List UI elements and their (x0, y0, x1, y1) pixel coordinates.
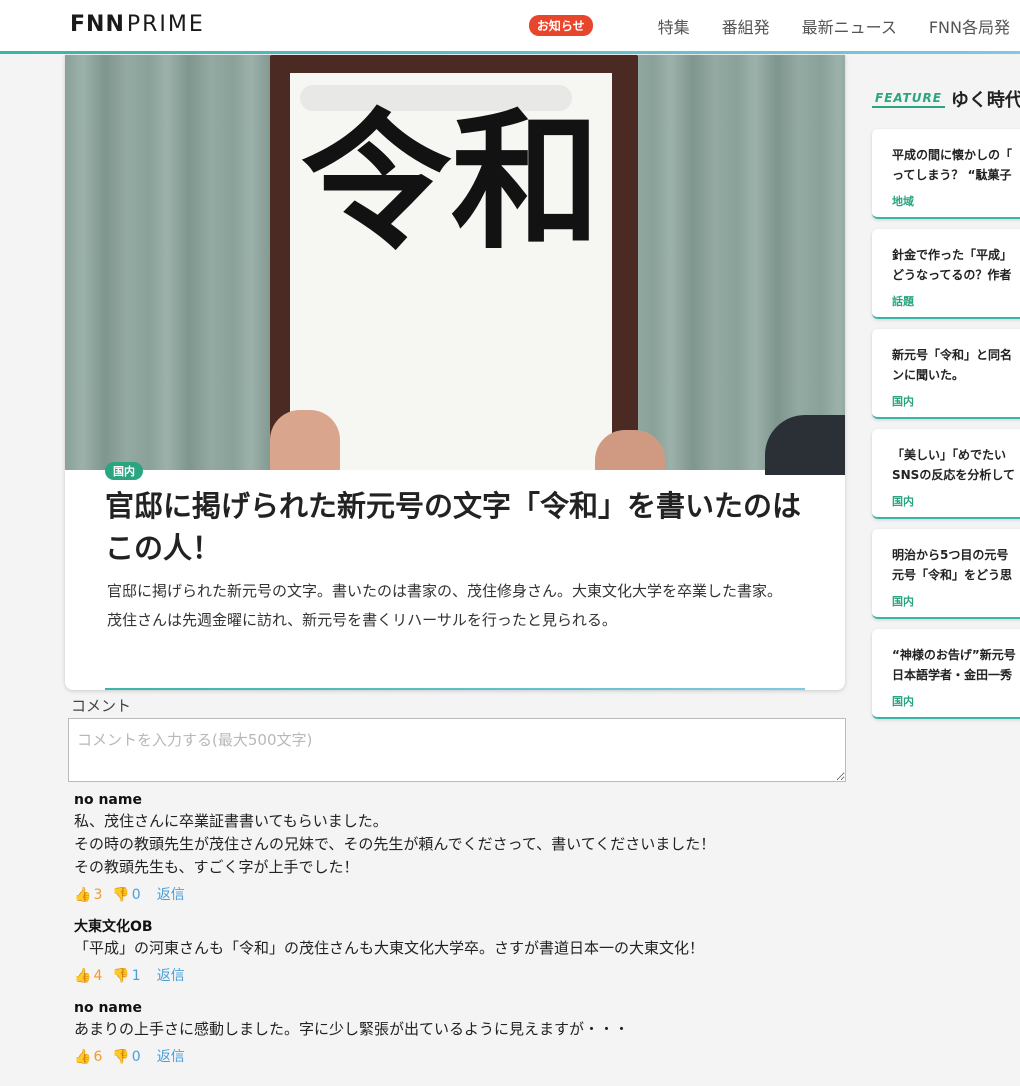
comment-item: 大東文化OB 「平成」の河東さんも「令和」の茂住さんも大東文化大学卒。さすが書道… (74, 917, 834, 986)
card-underline (105, 688, 805, 690)
comment-text: 私、茂住さんに卒業証書書いてもらいました。 その時の教頭先生が茂住さんの兄妹で、… (74, 812, 716, 876)
dislike-count: 0 (131, 1049, 141, 1065)
site-header: FNN PRIME お知らせ 特集 番組発 最新ニュース FNN各局発 (0, 0, 1020, 54)
dislike-count: 0 (131, 887, 141, 903)
comment-author: no name (74, 1000, 142, 1016)
feature-card-category: 国内 (892, 695, 914, 708)
feature-card-category: 国内 (892, 595, 914, 608)
feature-card-category: 国内 (892, 495, 914, 508)
feature-badge: FEATURE (872, 90, 945, 108)
like-count: 4 (93, 968, 103, 984)
feature-title[interactable]: ゆく時代 (951, 86, 1020, 112)
hero-hand-left (270, 410, 340, 470)
reply-link[interactable]: 返信 (157, 1047, 185, 1067)
notice-badge[interactable]: お知らせ (528, 15, 593, 36)
feature-card-category: 国内 (892, 395, 914, 408)
comment-list: no name 私、茂住さんに卒業証書書いてもらいました。 その時の教頭先生が茂… (74, 790, 834, 1079)
comment-text: あまりの上手さに感動しました。字に少し緊張が出ているように見えますが・・・ (74, 1020, 630, 1038)
like-count: 6 (93, 1049, 103, 1065)
comment-author: no name (74, 792, 142, 808)
article-paragraph: 官邸に掲げられた新元号の文字。書いたのは書家の、茂住修身さん。大東文化大学を卒業… (107, 582, 783, 600)
feature-card-title: 「美しい」「めでたい SNSの反応を分析して (892, 448, 1015, 482)
comment-actions: 👍 3 👎 0 返信 (74, 885, 834, 905)
feature-card[interactable]: 新元号「令和」と同名 ンに聞いた。 国内 (872, 329, 1020, 419)
like-icon[interactable]: 👍 (74, 885, 91, 905)
article-category-badge[interactable]: 国内 (105, 462, 143, 480)
main-nav: お知らせ 特集 番組発 最新ニュース FNN各局発 (528, 0, 1010, 51)
comment-input[interactable] (68, 718, 846, 782)
feature-card-title: 明治から5つ目の元号 元号「令和」をどう思 (892, 548, 1013, 582)
feature-heading: FEATURE ゆく時代 (872, 86, 1020, 112)
feature-card-category: 地域 (892, 195, 914, 208)
dislike-icon[interactable]: 👎 (112, 885, 129, 905)
dislike-icon[interactable]: 👎 (112, 1047, 129, 1067)
feature-card[interactable]: 針金で作った「平成」 どうなってるの？作者 話題 (872, 229, 1020, 319)
feature-card-title: 針金で作った「平成」 どうなってるの？作者 (892, 248, 1013, 282)
hero-image: 令和 (65, 55, 845, 475)
nav-item-programs[interactable]: 番組発 (722, 14, 770, 38)
feature-card-title: 平成の間に懐かしの「 ってしまう？ “駄菓子 (892, 148, 1013, 182)
logo-fnn: FNN (70, 12, 125, 37)
dislike-icon[interactable]: 👎 (112, 966, 129, 986)
nav-item-features[interactable]: 特集 (658, 14, 690, 38)
comment-text: 「平成」の河東さんも「令和」の茂住さんも大東文化大学卒。さすが書道日本一の大東文… (74, 939, 705, 957)
article-body: 官邸に掲げられた新元号の文字。書いたのは書家の、茂住修身さん。大東文化大学を卒業… (107, 577, 807, 634)
feature-card-title: 新元号「令和」と同名 ンに聞いた。 (892, 348, 1013, 382)
feature-card-title: “神様のお告げ”新元号 日本語学者・金田一秀 (892, 648, 1016, 682)
feature-card[interactable]: 明治から5つ目の元号 元号「令和」をどう思 国内 (872, 529, 1020, 619)
like-icon[interactable]: 👍 (74, 966, 91, 986)
article-title: 官邸に掲げられた新元号の文字「令和」を書いたのはこの人！ (105, 489, 802, 565)
hero-hand-right (595, 430, 665, 470)
feature-card[interactable]: 平成の間に懐かしの「 ってしまう？ “駄菓子 地域 (872, 129, 1020, 219)
article-card: 令和 国内 官邸に掲げられた新元号の文字「令和」を書いたのはこの人！ 官邸に掲げ… (65, 55, 845, 690)
hero-suit (765, 415, 845, 475)
comment-actions: 👍 4 👎 1 返信 (74, 966, 834, 986)
comment-author: 大東文化OB (74, 919, 153, 935)
feature-card-category: 話題 (892, 295, 914, 308)
article-paragraph: 茂住さんは先週金曜に訪れ、新元号を書くリハーサルを行ったと見られる。 (107, 610, 617, 629)
comment-item: no name 私、茂住さんに卒業証書書いてもらいました。 その時の教頭先生が茂… (74, 790, 834, 905)
like-count: 3 (93, 887, 103, 903)
feature-card[interactable]: 「美しい」「めでたい SNSの反応を分析して 国内 (872, 429, 1020, 519)
site-logo[interactable]: FNN PRIME (70, 12, 205, 37)
nav-item-latest-news[interactable]: 最新ニュース (802, 14, 897, 38)
comment-actions: 👍 6 👎 0 返信 (74, 1047, 834, 1067)
reply-link[interactable]: 返信 (157, 966, 185, 986)
reply-link[interactable]: 返信 (157, 885, 185, 905)
comment-label: コメント (71, 697, 132, 715)
hero-reiwa-calligraphy: 令和 (300, 94, 601, 270)
nav-item-local-stations[interactable]: FNN各局発 (929, 14, 1010, 38)
dislike-count: 1 (131, 968, 141, 984)
feature-card[interactable]: “神様のお告げ”新元号 日本語学者・金田一秀 国内 (872, 629, 1020, 719)
comment-item: no name あまりの上手さに感動しました。字に少し緊張が出ているように見えま… (74, 998, 834, 1067)
logo-prime: PRIME (126, 12, 205, 37)
like-icon[interactable]: 👍 (74, 1047, 91, 1067)
